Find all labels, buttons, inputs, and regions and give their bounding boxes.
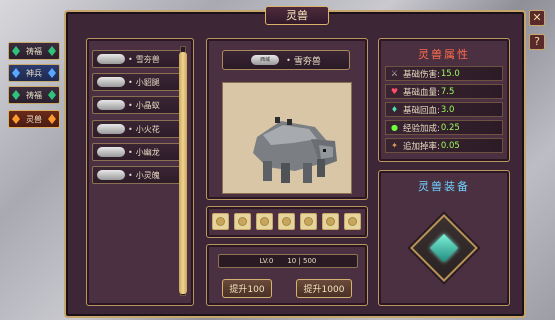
side-tab-divine-weapon[interactable]: 神兵 — [8, 64, 60, 82]
gem-icon — [12, 68, 20, 78]
beast-name: 小灵魄 — [135, 170, 160, 180]
side-tab-bless-2[interactable]: 祷福 — [8, 86, 60, 104]
beast-name: 小晶蚁 — [135, 100, 160, 110]
dot-icon: • — [128, 100, 133, 110]
beast-model-icon — [253, 117, 337, 183]
beast-list-item[interactable]: • 小火花 — [92, 120, 185, 138]
skill-slot[interactable] — [300, 213, 317, 230]
selected-beast-name-plate: 西域 • 雪夯兽 — [222, 50, 350, 70]
skill-slot[interactable] — [344, 213, 361, 230]
gem-icon — [48, 68, 56, 78]
rank-badge — [97, 100, 125, 110]
level-label: LV.0 — [259, 257, 274, 265]
help-button[interactable]: ? — [529, 34, 545, 50]
rank-badge — [97, 147, 125, 157]
skill-slot[interactable] — [322, 213, 339, 230]
attr-value: 0.05 — [440, 140, 460, 151]
beast-list-item[interactable]: • 小貂腿 — [92, 73, 185, 91]
upgrade-100-button[interactable]: 提升100 — [222, 279, 272, 298]
drop-icon: ✦ — [391, 141, 398, 150]
attr-value: 7.5 — [440, 86, 455, 97]
upgrade-1000-button[interactable]: 提升1000 — [296, 279, 352, 298]
rank-badge — [97, 124, 125, 134]
attr-label: 追加掉率: — [403, 141, 440, 152]
rank-badge — [97, 77, 125, 87]
beast-list-item[interactable]: • 雪夯兽 — [92, 50, 185, 68]
exp-progress-text: 10 | 500 — [287, 257, 317, 265]
rank-badge: 西域 — [251, 55, 280, 65]
attr-row-drop-rate: ✦ 追加掉率: 0.05 — [385, 138, 503, 153]
sword-icon: ⚔ — [390, 69, 399, 78]
selected-beast-name: 雪夯兽 — [293, 56, 321, 67]
beast-list-item[interactable]: • 小幽龙 — [92, 143, 185, 161]
skill-slot[interactable] — [256, 213, 273, 230]
gem-icon — [48, 114, 56, 124]
close-button[interactable]: ✕ — [529, 10, 545, 26]
rank-badge — [97, 54, 125, 64]
attr-label: 基础伤害: — [403, 69, 440, 80]
side-tab-spirit-beast[interactable]: 灵兽 — [8, 110, 60, 128]
dot-icon: • — [128, 170, 133, 180]
beast-name: 小幽龙 — [135, 147, 160, 157]
side-tab-label: 祷福 — [26, 46, 42, 56]
dot-icon: • — [128, 54, 133, 64]
side-tab-label: 祷福 — [26, 90, 42, 100]
side-tab-label: 灵兽 — [26, 114, 42, 124]
attr-row-base-damage: ⚔ 基础伤害: 15.0 — [385, 66, 503, 81]
beast-list-item[interactable]: • 小灵魄 — [92, 166, 185, 184]
scrollbar-thumb[interactable] — [179, 52, 187, 294]
attr-row-base-regen: ♦ 基础回血: 3.0 — [385, 102, 503, 117]
level-progress-bar: LV.0 10 | 500 — [218, 254, 358, 268]
attr-row-exp-bonus: ● 经验加成: 0.25 — [385, 120, 503, 135]
side-tab-bless-1[interactable]: 祷福 — [8, 42, 60, 60]
attributes-title: 灵兽属性 — [418, 48, 470, 61]
dot-icon: • — [128, 147, 133, 157]
beast-model-view — [222, 82, 352, 194]
attr-value: 15.0 — [440, 68, 460, 79]
attr-label: 基础血量: — [403, 87, 440, 98]
beast-name: 小貂腿 — [135, 77, 160, 87]
dot-icon: • — [128, 124, 133, 134]
beast-name: 小火花 — [135, 124, 160, 134]
skill-slot[interactable] — [212, 213, 229, 230]
attr-label: 基础回血: — [403, 105, 440, 116]
attr-row-base-hp: ♥ 基础血量: 7.5 — [385, 84, 503, 99]
attr-value: 3.0 — [440, 104, 455, 115]
attr-label: 经验加成: — [403, 123, 440, 134]
rank-badge — [97, 170, 125, 180]
gem-icon — [12, 114, 20, 124]
side-tab-label: 神兵 — [26, 68, 42, 78]
beast-name: 雪夯兽 — [135, 54, 160, 64]
heart-icon: ♥ — [390, 87, 399, 96]
gem-icon — [48, 46, 56, 56]
regen-icon: ♦ — [390, 105, 399, 114]
attr-value: 0.25 — [440, 122, 460, 133]
dot-icon: • — [286, 55, 291, 65]
exp-orb-icon: ● — [391, 123, 398, 132]
beast-list-item[interactable]: • 小晶蚁 — [92, 96, 185, 114]
skill-slot[interactable] — [278, 213, 295, 230]
gem-icon — [12, 46, 20, 56]
gem-icon — [48, 90, 56, 100]
skill-slot[interactable] — [234, 213, 251, 230]
equipment-title: 灵兽装备 — [418, 180, 470, 193]
gem-icon — [12, 90, 20, 100]
window-title: 灵兽 — [265, 6, 329, 25]
dot-icon: • — [128, 77, 133, 87]
